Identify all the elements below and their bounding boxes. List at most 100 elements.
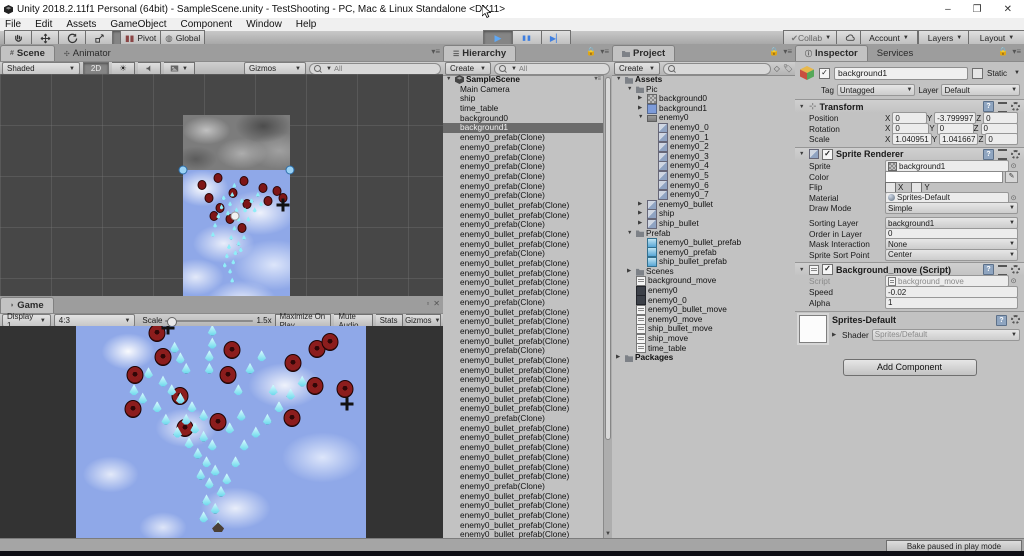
shader-dropdown[interactable]: Sprites/Default▼ [872,329,1020,341]
foldout-arrow-icon[interactable]: ▶ [638,209,645,219]
object-picker-icon[interactable]: ⊙ [1009,194,1018,202]
eyedropper-icon[interactable]: ✎ [1005,171,1018,183]
menu-window[interactable]: Window [246,19,282,30]
sprite-sort-point-dropdown[interactable]: Center▼ [885,249,1018,261]
inspector-lock-icon[interactable]: 🔒 [998,47,1008,56]
layer-dropdown[interactable]: Default▼ [941,84,1020,96]
project-item-row[interactable]: enemy0_1 [612,133,795,143]
menu-component[interactable]: Component [181,19,233,30]
gear-icon[interactable] [1011,150,1020,159]
scene-background0-sprite[interactable] [183,115,290,170]
material-foldout-icon[interactable]: ▶ [832,332,839,338]
project-item-row[interactable]: ▼Assets [612,75,795,85]
project-item-row[interactable]: ship_bullet_move [612,324,795,334]
menu-assets[interactable]: Assets [66,19,96,30]
object-picker-icon[interactable]: ⊙ [1009,162,1018,170]
material-preview-swatch[interactable] [799,315,827,343]
project-item-row[interactable]: enemy0_0 [612,123,795,133]
add-component-button[interactable]: Add Component [843,359,977,376]
foldout-arrow-icon[interactable]: ▼ [799,267,806,273]
component-enabled-checkbox[interactable]: ✓ [822,149,833,160]
project-item-row[interactable]: time_table [612,344,795,354]
project-item-row[interactable]: enemy0_prefab [612,248,795,258]
scale-slider-knob[interactable] [167,317,177,327]
object-picker-icon[interactable]: ⊙ [1009,277,1018,285]
project-lock-icon[interactable]: 🔒 [769,47,779,56]
project-item-row[interactable]: ▶enemy0_bullet [612,200,795,210]
active-checkbox[interactable]: ✓ [819,68,830,79]
scene-search-input[interactable]: ▼All [309,63,441,75]
project-item-row[interactable]: ▶ship_bullet [612,219,795,229]
scrollbar-down-arrow[interactable]: ▼ [604,531,612,537]
hierarchy-search-input[interactable]: ▼All [494,63,610,75]
help-icon[interactable]: ? [996,315,1007,326]
game-viewport[interactable] [0,326,443,538]
scale-slider[interactable] [165,320,253,322]
help-icon[interactable]: ? [983,149,994,160]
component-enabled-checkbox[interactable]: ✓ [822,264,833,275]
scale-z-field[interactable]: 0 [985,133,1018,145]
gear-icon[interactable] [1011,102,1020,111]
static-checkbox[interactable] [972,68,983,79]
transform-header[interactable]: ▼ ⊹ Transform ? [795,99,1024,113]
foldout-arrow-icon[interactable]: ▼ [799,104,806,110]
project-item-row[interactable]: enemy0_5 [612,171,795,181]
tab-animator[interactable]: ✣Animator [55,46,120,61]
preset-icon[interactable] [998,102,1007,113]
tab-inspector[interactable]: ⓘInspector [795,45,868,61]
foldout-arrow-icon[interactable]: ▶ [638,219,645,229]
scene-viewport[interactable] [0,74,443,296]
foldout-arrow-icon[interactable]: ▶ [638,104,645,114]
project-item-row[interactable]: enemy0_2 [612,142,795,152]
project-item-row[interactable]: ▶Scenes [612,267,795,277]
tag-dropdown[interactable]: Untagged▼ [837,84,916,96]
restore-button[interactable]: ❐ [973,4,982,15]
scale-x-field[interactable]: 1.040951 [892,133,931,145]
foldout-arrow-icon[interactable]: ▶ [638,200,645,210]
project-item-row[interactable]: enemy0_move [612,315,795,325]
scene-background1-sprite[interactable] [183,170,290,296]
hierarchy-item-row[interactable]: enemy0_bullet_prefab(Clone) [443,530,604,538]
search-by-label-icon[interactable]: 🏷 [783,64,793,73]
game-maximize-icon[interactable]: ▫ [426,299,429,308]
scale-y-field[interactable]: 1.041667 [939,133,978,145]
tab-hierarchy[interactable]: ☰Hierarchy [443,45,516,61]
project-item-row[interactable]: enemy0_4 [612,161,795,171]
gear-icon[interactable] [1011,265,1020,274]
project-item-row[interactable]: ▶Packages [612,353,795,363]
project-item-row[interactable]: enemy0_bullet_move [612,305,795,315]
project-menu-icon[interactable]: ▾≡ [783,47,792,56]
script-component-header[interactable]: ▼ ✓ Background_move (Script) ? [795,262,1024,276]
project-item-row[interactable]: enemy0 [612,286,795,296]
alpha-field[interactable]: 1 [885,297,1018,309]
gameobject-name-field[interactable]: background1 [834,67,968,80]
sprite-renderer-header[interactable]: ▼ ✓ Sprite Renderer ? [795,147,1024,161]
project-item-row[interactable]: ship_bullet_prefab [612,257,795,267]
preset-icon[interactable] [998,149,1007,160]
scene-menu-icon[interactable]: ▾≡ [431,47,440,56]
project-item-row[interactable]: ship_move [612,334,795,344]
project-item-row[interactable]: enemy0_7 [612,190,795,200]
project-item-row[interactable]: enemy0_6 [612,181,795,191]
hierarchy-scrollbar[interactable]: ▼ [603,75,612,538]
foldout-arrow-icon[interactable]: ▼ [627,85,634,95]
project-item-row[interactable]: enemy0_0 [612,296,795,306]
scene-menu-icon[interactable]: ▾≡ [594,75,601,85]
project-item-row[interactable]: ▶background0 [612,94,795,104]
scrollbar-thumb[interactable] [605,77,611,440]
foldout-arrow-icon[interactable]: ▶ [638,94,645,104]
project-create-dropdown[interactable]: Create▼ [614,62,660,75]
project-item-row[interactable]: ▶ship [612,209,795,219]
close-button[interactable]: ✕ [1004,4,1012,15]
preset-icon[interactable] [998,265,1007,276]
static-dropdown-arrow[interactable]: ▼ [1014,70,1020,76]
tab-scene[interactable]: #Scene [0,45,55,61]
project-item-row[interactable]: ▼Pic [612,85,795,95]
hierarchy-menu-icon[interactable]: ▾≡ [600,47,609,56]
project-item-row[interactable]: enemy0_bullet_prefab [612,238,795,248]
foldout-arrow-icon[interactable]: ▶ [627,267,634,277]
project-search-input[interactable] [663,63,771,75]
foldout-arrow-icon[interactable]: ▶ [616,353,623,363]
foldout-arrow-icon[interactable]: ▼ [627,229,634,239]
project-item-row[interactable]: ▶background1 [612,104,795,114]
